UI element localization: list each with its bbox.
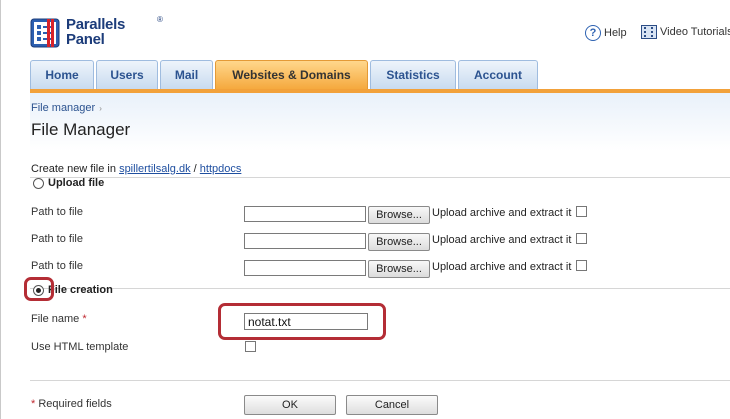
folder-link[interactable]: httpdocs	[200, 163, 242, 175]
path-to-file-input[interactable]	[244, 260, 366, 276]
extract-archive-label: Upload archive and extract it	[432, 234, 572, 246]
required-fields-text: Required fields	[38, 398, 112, 410]
tab-users[interactable]: Users	[96, 60, 158, 89]
tab-label: Account	[474, 68, 522, 82]
tab-home[interactable]: Home	[30, 60, 94, 89]
extract-archive-checkbox[interactable]	[576, 260, 587, 271]
breadcrumb-file-manager: File manager	[31, 102, 96, 114]
extract-archive-checkbox[interactable]	[576, 233, 587, 244]
path-to-file-input[interactable]	[244, 206, 366, 222]
extract-archive-label: Upload archive and extract it	[432, 261, 572, 273]
field-highlight-annotation	[218, 303, 386, 340]
tab-label: Statistics	[386, 68, 440, 82]
required-asterisk: *	[31, 398, 36, 410]
logo-text-panel: Panel	[66, 31, 105, 48]
film-icon	[641, 25, 657, 39]
main-nav-tabs: Home Users Mail Websites & Domains Stati…	[30, 60, 538, 90]
tab-account[interactable]: Account	[458, 60, 538, 89]
divider	[30, 288, 730, 289]
divider	[30, 380, 730, 381]
cancel-button[interactable]: Cancel	[346, 395, 438, 415]
path-to-file-label: Path to file	[31, 260, 83, 272]
tab-label: Home	[45, 68, 79, 82]
create-location: Create new file in spillertilsalg.dk / h…	[31, 163, 241, 175]
tab-websites-domains[interactable]: Websites & Domains	[215, 60, 368, 89]
page-title: File Manager	[31, 120, 131, 139]
path-to-file-input[interactable]	[244, 233, 366, 249]
tab-label: Mail	[174, 68, 199, 82]
path-separator: /	[193, 163, 197, 175]
logo-registered-mark: ®	[157, 15, 163, 24]
divider	[30, 177, 730, 178]
path-to-file-label: Path to file	[31, 233, 83, 245]
upload-file-radio[interactable]	[33, 177, 44, 189]
required-asterisk: *	[82, 313, 87, 325]
help-label: Help	[604, 27, 627, 39]
extract-archive-label: Upload archive and extract it	[432, 207, 572, 219]
ok-button[interactable]: OK	[244, 395, 336, 415]
question-icon: ?	[585, 25, 601, 41]
tab-mail[interactable]: Mail	[160, 60, 213, 89]
file-name-label: File name	[31, 313, 80, 325]
domain-link[interactable]: spillertilsalg.dk	[119, 163, 191, 175]
path-to-file-label: Path to file	[31, 206, 83, 218]
breadcrumb-arrow-icon: ›	[99, 103, 102, 113]
html-template-label: Use HTML template	[31, 341, 129, 353]
logo-icon	[30, 18, 60, 48]
tab-label: Users	[110, 68, 144, 82]
browse-button[interactable]: Browse...	[368, 206, 430, 224]
video-tutorials-label: Video Tutorials	[660, 26, 730, 38]
tab-label: Websites & Domains	[232, 68, 351, 82]
video-tutorials-link[interactable]: Video Tutorials	[641, 25, 730, 39]
html-template-checkbox[interactable]	[245, 341, 256, 352]
tab-statistics[interactable]: Statistics	[370, 60, 456, 89]
create-location-prefix: Create new file in	[31, 163, 116, 175]
browse-button[interactable]: Browse...	[368, 233, 430, 251]
file-creation-label: File creation	[48, 284, 113, 296]
page-header-band	[30, 93, 730, 151]
file-name-label-row: File name *	[31, 313, 87, 325]
radio-highlight-annotation	[24, 277, 54, 301]
upload-file-option[interactable]: Upload file	[33, 177, 104, 189]
help-link[interactable]: ? Help	[585, 25, 627, 41]
required-fields-note: * Required fields	[31, 398, 112, 410]
upload-file-label: Upload file	[48, 177, 105, 189]
breadcrumb[interactable]: File manager ›	[31, 102, 102, 114]
parallels-panel-logo[interactable]: Parallels ® Panel	[30, 15, 170, 52]
extract-archive-checkbox[interactable]	[576, 206, 587, 217]
browse-button[interactable]: Browse...	[368, 260, 430, 278]
